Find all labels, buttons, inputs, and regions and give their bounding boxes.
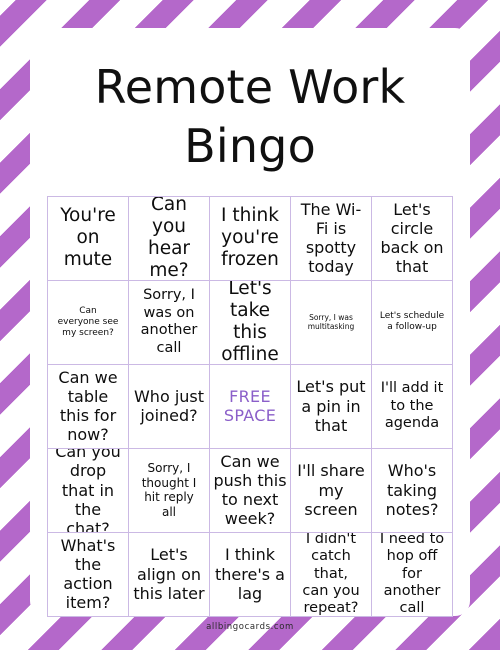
bingo-cell-label: Can you drop that in the chat?	[55, 448, 121, 533]
bingo-cell[interactable]: I think you're frozen	[210, 196, 291, 281]
bingo-cell-label: I'll add it to the agenda	[380, 380, 444, 431]
bingo-cell-label: I need to hop off for another call	[379, 532, 445, 617]
bingo-cell[interactable]: Let's circle back on that	[372, 196, 453, 281]
bingo-cell[interactable]: Sorry, I thought I hit reply all	[129, 448, 210, 533]
footer-watermark: allbingocards.com	[206, 622, 294, 632]
bingo-cell[interactable]: Can everyone see my screen?	[48, 280, 129, 365]
page-title: Remote Work Bingo	[94, 60, 406, 173]
bingo-cell-label: Who's taking notes?	[385, 461, 439, 519]
bingo-cell[interactable]: Who just joined?	[129, 364, 210, 449]
bingo-cell[interactable]: Let's schedule a follow-up	[372, 280, 453, 365]
free-space-label: FREE SPACE	[223, 387, 277, 426]
bingo-cell[interactable]: Can you hear me?	[129, 196, 210, 281]
bingo-cell-label: Let's align on this later	[133, 545, 205, 603]
bingo-cell-label: Sorry, I was multitasking	[307, 313, 355, 332]
bingo-cell-label: I'll share my screen	[297, 461, 365, 519]
bingo-grid: You're on mute Can you hear me? I think yo…	[47, 195, 453, 617]
bingo-cell-label: What's the action item?	[60, 535, 116, 613]
bingo-cell-label: I think you're frozen	[221, 204, 279, 271]
bingo-cell[interactable]: I'll share my screen	[291, 448, 372, 533]
bingo-cell[interactable]: I need to hop off for another call	[372, 532, 453, 617]
bingo-cell[interactable]: Can we table this for now?	[48, 364, 129, 449]
bingo-cell-label: Can everyone see my screen?	[57, 306, 119, 338]
bingo-cell[interactable]: I'll add it to the agenda	[372, 364, 453, 449]
bingo-cell[interactable]: The Wi- Fi is spotty today	[291, 196, 372, 281]
bingo-cell[interactable]: What's the action item?	[48, 532, 129, 617]
bingo-page-background: Remote Work Bingo You're on mute Can you …	[0, 0, 500, 650]
bingo-cell-label: Can we push this to next week?	[213, 451, 287, 529]
bingo-cell-label: I think there's a lag	[215, 545, 285, 603]
bingo-cell[interactable]: Can you drop that in the chat?	[48, 448, 129, 533]
bingo-card: Remote Work Bingo You're on mute Can you …	[30, 28, 470, 617]
bingo-cell[interactable]: Sorry, I was on another call	[129, 280, 210, 365]
bingo-cell-label: Let's put a pin in that	[296, 377, 366, 435]
bingo-cell-label: You're on mute	[60, 204, 116, 271]
bingo-cell[interactable]: Let's put a pin in that	[291, 364, 372, 449]
bingo-cell[interactable]: Let's align on this later	[129, 532, 210, 617]
bingo-cell-label: The Wi- Fi is spotty today	[300, 199, 362, 277]
bingo-cell[interactable]: Let's take this offline	[210, 280, 291, 365]
bingo-cell-label: Can you hear me?	[147, 196, 191, 281]
bingo-cell[interactable]: Who's taking notes?	[372, 448, 453, 533]
bingo-cell[interactable]: Can we push this to next week?	[210, 448, 291, 533]
bingo-cell-label: Sorry, I was on another call	[140, 287, 198, 356]
bingo-cell[interactable]: I didn't catch that, can you repeat?	[291, 532, 372, 617]
bingo-cell-label: Let's schedule a follow-up	[379, 311, 445, 333]
bingo-cell-label: Can we table this for now?	[58, 367, 118, 445]
bingo-cell-label: Let's take this offline	[221, 280, 279, 365]
bingo-cell[interactable]: I think there's a lag	[210, 532, 291, 617]
bingo-cell-label: Sorry, I thought I hit reply all	[141, 461, 197, 519]
bingo-cell-label: Let's circle back on that	[380, 199, 444, 277]
bingo-cell-label: I didn't catch that, can you repeat?	[302, 532, 360, 617]
bingo-cell[interactable]: Sorry, I was multitasking	[291, 280, 372, 365]
bingo-cell-label: Who just joined?	[133, 387, 205, 426]
bingo-cell-free-space[interactable]: FREE SPACE	[210, 364, 291, 449]
bingo-cell[interactable]: You're on mute	[48, 196, 129, 281]
